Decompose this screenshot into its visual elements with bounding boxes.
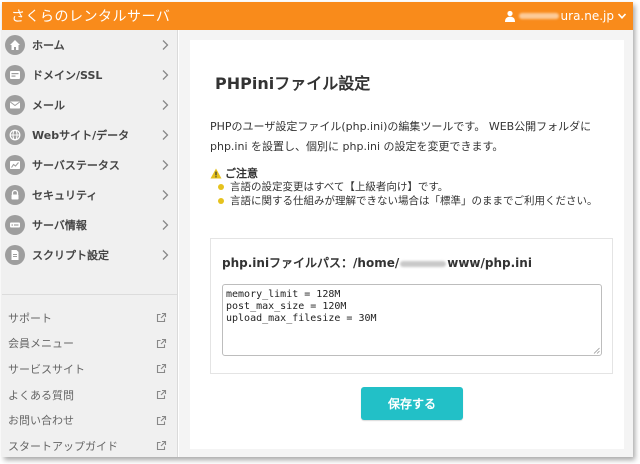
domain-icon — [5, 65, 25, 85]
chart-icon — [5, 155, 25, 175]
bullet-dot — [218, 198, 224, 204]
sidebar-item-label: Webサイト/データ — [32, 129, 130, 142]
link-label: よくある質問 — [8, 388, 74, 402]
script-icon — [5, 245, 25, 265]
server-icon — [5, 215, 25, 235]
external-link-icon — [156, 390, 167, 400]
masked-account-name — [518, 13, 559, 19]
globe-icon — [5, 125, 25, 145]
link-label: お問い合わせ — [8, 414, 74, 428]
php-ini-textarea[interactable]: memory_limit = 128M post_max_size = 120M… — [222, 284, 602, 356]
link-label: サポート — [8, 311, 52, 325]
notice-item: 言語に関する仕組みが理解できない場合は「標準」のままでご利用ください。 — [214, 194, 609, 208]
sidebar-item-security[interactable]: セキュリティ — [2, 180, 177, 210]
link-label: スタートアップガイド — [8, 439, 118, 453]
main-content: PHPiniファイル設定 PHPのユーザ設定ファイル(php.ini)の編集ツー… — [179, 30, 633, 457]
link-service-site[interactable]: サービスサイト — [2, 356, 177, 382]
sidebar-item-label: サーバ情報 — [32, 219, 87, 232]
mail-icon — [5, 95, 25, 115]
chevron-right-icon — [162, 250, 169, 260]
top-header: さくらのレンタルサーバ ura.ne.jp — [2, 2, 633, 30]
warning-icon — [210, 168, 222, 178]
external-link-icon — [156, 313, 167, 323]
notice-title: ご注意 — [225, 167, 258, 180]
path-prefix: php.iniファイルパス：/home/ — [222, 256, 400, 270]
sidebar-item-server-info[interactable]: サーバ情報 — [2, 210, 177, 240]
external-link-icon — [156, 338, 167, 348]
link-startup-guide[interactable]: スタートアップガイド — [2, 433, 177, 457]
link-faq[interactable]: よくある質問 — [2, 382, 177, 408]
link-label: サービスサイト — [8, 362, 85, 376]
notice-text: 言語に関する仕組みが理解できない場合は「標準」のままでご利用ください。 — [230, 195, 598, 207]
sidebar-item-label: ドメイン/SSL — [32, 69, 103, 82]
account-domain: ura.ne.jp — [560, 9, 614, 23]
page-title: PHPiniファイル設定 — [215, 74, 371, 93]
chevron-down-icon — [617, 13, 627, 19]
notice-list: 言語の設定変更はすべて【上級者向け】です。 言語に関する仕組みが理解できない場合… — [214, 180, 609, 208]
chevron-right-icon — [162, 100, 169, 110]
resize-grip-icon[interactable] — [593, 347, 600, 354]
sidebar-item-server-status[interactable]: サーバステータス — [2, 150, 177, 180]
chevron-right-icon — [162, 40, 169, 50]
sidebar-item-website-data[interactable]: Webサイト/データ — [2, 120, 177, 150]
save-button[interactable]: 保存する — [361, 387, 463, 420]
external-link-icon — [156, 415, 167, 425]
account-menu[interactable]: ura.ne.jp — [504, 9, 627, 23]
bullet-dot — [218, 184, 224, 190]
sidebar-item-script-settings[interactable]: スクリプト設定 — [2, 240, 177, 270]
php-ini-path-label: php.iniファイルパス：/home/www/php.ini — [222, 254, 532, 271]
chevron-right-icon — [162, 70, 169, 80]
sidebar-divider — [2, 294, 177, 295]
chevron-right-icon — [162, 190, 169, 200]
sidebar-item-label: メール — [32, 99, 65, 112]
sidebar-item-label: スクリプト設定 — [32, 249, 109, 262]
sidebar: ホーム ドメイン/SSL メール Webサイト/データ サーバステータス セキュ… — [2, 30, 178, 457]
link-member-menu[interactable]: 会員メニュー — [2, 331, 177, 357]
link-label: 会員メニュー — [8, 337, 74, 351]
external-link-icon — [156, 441, 167, 451]
sidebar-item-label: セキュリティ — [32, 189, 98, 202]
app-window: さくらのレンタルサーバ ura.ne.jp ホーム ドメイン/SSL メール W… — [2, 2, 633, 457]
link-support[interactable]: サポート — [2, 305, 177, 331]
lock-icon — [5, 185, 25, 205]
notice-text: 言語の設定変更はすべて【上級者向け】です。 — [230, 181, 449, 193]
sidebar-item-domain-ssl[interactable]: ドメイン/SSL — [2, 60, 177, 90]
sidebar-item-mail[interactable]: メール — [2, 90, 177, 120]
chevron-right-icon — [162, 130, 169, 140]
sidebar-item-label: ホーム — [32, 39, 65, 52]
chevron-right-icon — [162, 160, 169, 170]
path-suffix: www/php.ini — [447, 256, 532, 270]
link-contact[interactable]: お問い合わせ — [2, 407, 177, 433]
sidebar-item-label: サーバステータス — [32, 159, 120, 172]
notice-heading: ご注意 — [210, 165, 258, 181]
masked-username — [400, 260, 447, 267]
user-icon — [504, 10, 515, 22]
page-description: PHPのユーザ設定ファイル(php.ini)の編集ツールです。 WEB公開フォル… — [210, 120, 592, 153]
chevron-right-icon — [162, 220, 169, 230]
notice-item: 言語の設定変更はすべて【上級者向け】です。 — [214, 180, 609, 194]
settings-card: PHPiniファイル設定 PHPのユーザ設定ファイル(php.ini)の編集ツー… — [190, 40, 624, 449]
php-ini-editor-panel: php.iniファイルパス：/home/www/php.ini memory_l… — [210, 238, 613, 374]
home-icon — [5, 35, 25, 55]
sidebar-item-home[interactable]: ホーム — [2, 30, 177, 60]
brand-logo[interactable]: さくらのレンタルサーバ — [11, 6, 170, 26]
external-link-icon — [156, 364, 167, 374]
